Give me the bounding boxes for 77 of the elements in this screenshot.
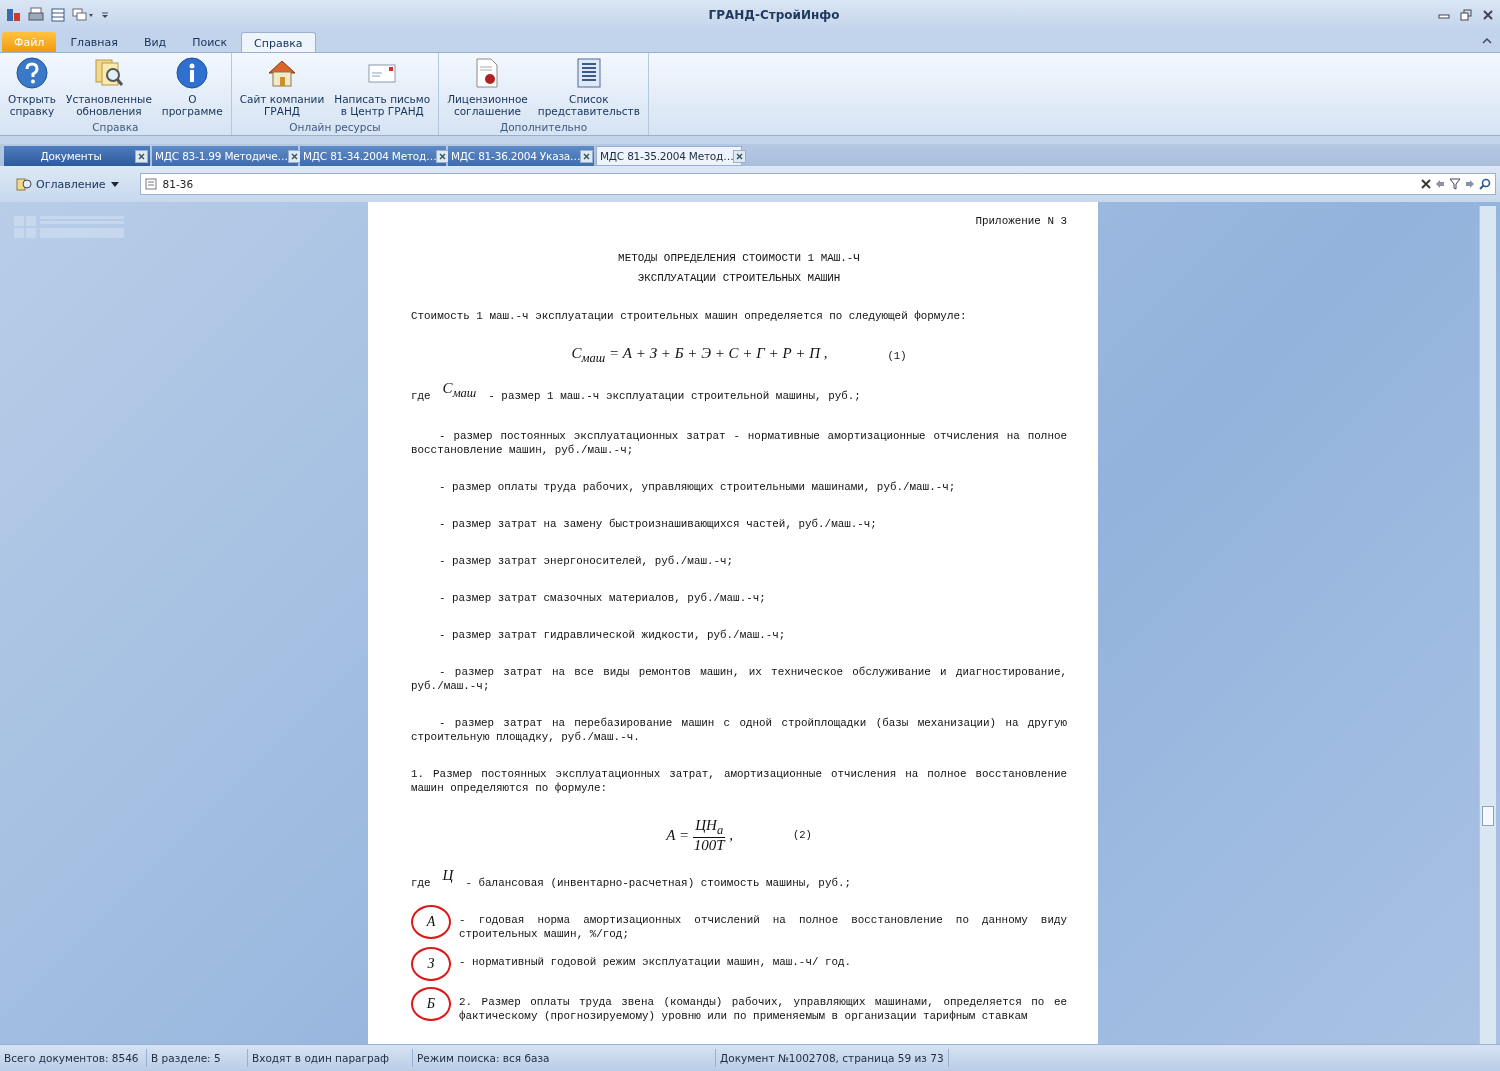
where-label: где [411, 389, 431, 403]
status-text: Всего документов: 8546 [0, 1049, 147, 1067]
back-arrow-icon[interactable] [1435, 179, 1445, 189]
formula-number: (2) [792, 828, 812, 842]
document-heading: ЭКСПЛУАТАЦИИ СТРОИТЕЛЬНЫХ МАШИН [636, 271, 842, 285]
windows-icon[interactable] [72, 7, 94, 23]
group-title: Онлайн ресурсы [289, 121, 381, 133]
ribbon-tab[interactable]: Вид [131, 32, 179, 52]
close-icon[interactable] [287, 149, 301, 163]
search-icon[interactable] [1479, 178, 1491, 190]
ribbon-button[interactable]: О программе [157, 57, 227, 121]
paragraph: - размер затрат смазочных материалов, руб./маш.-ч; [438, 591, 767, 605]
formula-symbol: Ц [442, 868, 454, 882]
paragraph: - балансовая (инвентарно-расчетная) стоимость машины, руб.; [465, 876, 852, 890]
group-title: Дополнительно [500, 121, 588, 133]
document-heading: МЕТОДЫ ОПРЕДЕЛЕНИЯ СТОИМОСТИ 1 МАШ.-Ч [617, 251, 861, 265]
formula-symbol: С$_{маш}$ [442, 381, 477, 400]
app-icon[interactable] [6, 7, 22, 23]
ribbon-tab[interactable]: Главная [58, 32, 130, 52]
paragraph: - нормативный годовой режим эксплуатации машин, маш.-ч/ год. [459, 955, 853, 969]
paragraph: - размер затрат гидравлической жидкости, руб./маш.-ч; [438, 628, 787, 642]
paragraph: - размер оплаты труда рабочих, управляющих строительными машинами, руб./маш.-ч; [438, 480, 957, 494]
status-text: Режим поиска: вся база [413, 1049, 716, 1067]
paragraph: 1. Размер постоянных эксплуатационных затрат, амортизационные отчисления на полное восстановление машин определяются по формуле: [411, 767, 1067, 795]
collapse-icon[interactable] [1482, 37, 1492, 45]
contents-button[interactable]: Оглавление [10, 172, 126, 196]
clear-icon[interactable] [1421, 179, 1431, 189]
circled-symbol: А [411, 905, 451, 939]
document-tab[interactable]: МДС 83-1.99 Методиче… [152, 146, 298, 166]
scrollbar[interactable] [1479, 206, 1496, 1044]
search-field[interactable]: 81-36 [139, 173, 1496, 195]
document-list-icon [144, 178, 157, 190]
print-icon[interactable] [28, 7, 44, 23]
ribbon-tab[interactable]: Справка [241, 32, 316, 52]
paragraph: - годовая норма амортизационных отчислений на полное восстановление по данному виду строительных машин, %/год; [459, 913, 1067, 941]
group-title: Справка [92, 121, 139, 133]
paragraph: - размер постоянных эксплуатационных затрат - нормативные амортизационные отчисления на полное восстановление машин, руб./маш.-ч; [411, 429, 1067, 457]
window-title: ГРАНД-СтройИнфо [707, 8, 841, 22]
paragraph: Стоимость 1 маш.-ч эксплуатации строительных машин определяется по следующей формуле: [411, 309, 968, 323]
close-icon[interactable] [1482, 9, 1494, 21]
layout-icon[interactable] [50, 7, 66, 23]
forward-arrow-icon[interactable] [1465, 179, 1475, 189]
close-icon[interactable] [135, 149, 148, 163]
help-icon [16, 57, 48, 89]
paragraph: - размер затрат на замену быстроизнашивающихся частей, руб./маш.-ч; [438, 517, 878, 531]
status-text: Документ №1002708, страница 59 из 73 [716, 1049, 949, 1067]
formula: С$_{маш}$ = А + З + Б + Э + С + Г + Р + П , [571, 346, 828, 365]
close-icon[interactable] [580, 149, 594, 163]
info-icon [176, 57, 209, 89]
circled-symbol: Б [411, 987, 451, 1021]
document-tab[interactable]: МДС 81-36.2004 Указа… [448, 146, 594, 166]
circled-symbol: З [411, 947, 451, 981]
ribbon-tab[interactable]: Поиск [180, 32, 240, 52]
filter-icon[interactable] [1449, 178, 1461, 190]
appendix-label: Приложение N 3 [975, 215, 1067, 227]
status-text: Входят в один параграф [248, 1049, 413, 1067]
ribbon-button[interactable]: Сайт компании ГРАНД [235, 57, 329, 121]
ribbon-button[interactable]: Открыть справку [4, 57, 60, 121]
document-tab[interactable]: МДС 81-34.2004 Метод… [300, 146, 446, 166]
close-icon[interactable] [733, 149, 747, 163]
dropdown-caret-icon [109, 180, 120, 188]
paragraph: - размер затрат энергоносителей, руб./маш.-ч; [438, 554, 735, 568]
document-tab[interactable]: Документы [4, 146, 150, 166]
status-text: В разделе: 5 [147, 1049, 248, 1067]
where-label: где [411, 876, 431, 890]
paragraph: - размер затрат на все виды ремонтов машин, их техническое обслуживание и диагностирование, руб./маш.-ч; [411, 665, 1067, 693]
documents-magnifier-icon [92, 57, 125, 89]
ribbon-button[interactable]: Написать письмо в Центр ГРАНД [330, 57, 435, 121]
book-magnifier-icon [16, 176, 32, 192]
paragraph: 2. Размер оплаты труда звена (команды) рабочих, управляющих машинами, определяется по ее фактическому (прогнозируемому) уровню или по применяемым в организации тарифным ставкам [459, 995, 1067, 1023]
ribbon-button[interactable]: Список представительств [533, 57, 644, 121]
ribbon-button[interactable]: Установленные обновления [62, 57, 156, 121]
restore-icon[interactable] [1460, 9, 1472, 21]
ribbon-button[interactable]: Лицензионное соглашение [443, 57, 532, 121]
paragraph: - размер 1 маш.-ч эксплуатации строительной машины, руб.; [488, 389, 861, 403]
formula-number: (1) [887, 348, 907, 363]
paragraph: - размер затрат на перебазирование машин с одной стройплощадки (базы механизации) на другую строительную площадку, руб./маш.-ч. [411, 716, 1067, 744]
